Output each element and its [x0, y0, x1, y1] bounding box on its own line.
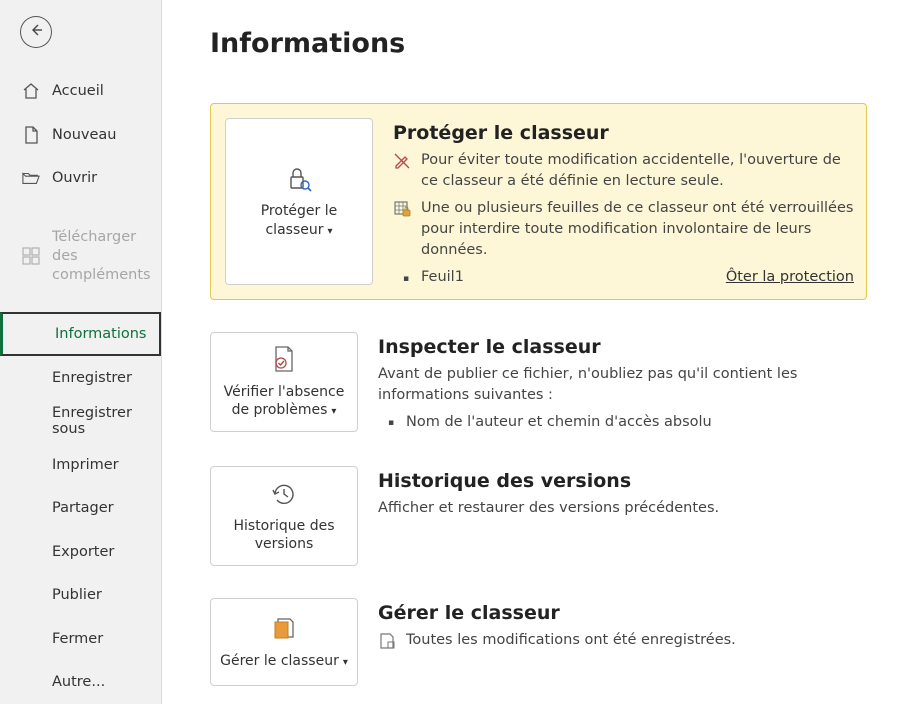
chevron-down-icon: ▾ — [331, 406, 336, 417]
sidebar-item-label: Informations — [55, 326, 147, 342]
sidebar-item-label: Exporter — [52, 544, 114, 560]
sidebar-item-informations[interactable]: Informations — [0, 312, 161, 356]
button-label: Gérer le classeur▾ — [220, 652, 348, 670]
history-text: Afficher et restaurer des versions précé… — [378, 498, 867, 519]
home-icon — [22, 82, 40, 100]
sidebar-item-label: Fermer — [52, 631, 103, 647]
sidebar-item-home[interactable]: Accueil — [0, 70, 161, 114]
folder-open-icon — [22, 169, 40, 187]
protect-workbook-button[interactable]: Protéger le classeur▾ — [225, 118, 373, 285]
protect-title: Protéger le classeur — [393, 122, 854, 144]
version-history-button[interactable]: Historique des versions — [210, 466, 358, 566]
button-label: Historique des versions — [219, 517, 349, 553]
protect-locked-sheets-row: Une ou plusieurs feuilles de ce classeur… — [393, 198, 854, 261]
main-content: Informations Protéger le classeur▾ Proté… — [162, 0, 907, 704]
protect-row-text: Une ou plusieurs feuilles de ce classeur… — [421, 198, 854, 261]
manage-workbook-button[interactable]: Gérer le classeur▾ — [210, 598, 358, 686]
sidebar-item-label: Enregistrer — [52, 370, 132, 386]
sidebar-item-label: Télécharger des compléments — [52, 228, 153, 285]
button-label: Protéger le classeur▾ — [234, 202, 364, 238]
inspect-text: Avant de publier ce fichier, n'oubliez p… — [378, 364, 867, 406]
arrow-left-icon — [28, 22, 44, 42]
sheet-lock-icon — [393, 200, 411, 218]
manage-section: Gérer le classeur▾ Gérer le classeur Tou… — [210, 598, 867, 686]
sidebar-item-close[interactable]: Fermer — [0, 617, 161, 661]
sidebar-item-label: Publier — [52, 587, 102, 603]
sidebar-item-open[interactable]: Ouvrir — [0, 157, 161, 201]
document-check-icon — [270, 345, 298, 375]
workbook-stack-icon — [270, 614, 298, 644]
chevron-down-icon: ▾ — [343, 657, 348, 668]
backstage-sidebar: Accueil Nouveau Ouvrir Télécharger des c… — [0, 0, 162, 704]
inspect-title: Inspecter le classeur — [378, 336, 867, 358]
back-button[interactable] — [20, 16, 52, 48]
sidebar-item-save-as[interactable]: Enregistrer sous — [0, 399, 161, 443]
manage-title: Gérer le classeur — [378, 602, 867, 624]
history-clock-icon — [269, 479, 299, 509]
manage-text: Toutes les modifications ont été enregis… — [406, 630, 736, 651]
lock-search-icon — [284, 164, 314, 194]
protect-panel: Protéger le classeur▾ Protéger le classe… — [210, 103, 867, 300]
check-issues-button[interactable]: Vérifier l'absence de problèmes▾ — [210, 332, 358, 432]
sidebar-item-new[interactable]: Nouveau — [0, 113, 161, 157]
unprotect-link[interactable]: Ôter la protection — [726, 269, 854, 285]
sidebar-item-publish[interactable]: Publier — [0, 573, 161, 617]
document-save-icon — [378, 632, 396, 650]
chevron-down-icon: ▾ — [327, 226, 332, 237]
locked-sheet-name: Feuil1 — [421, 269, 464, 285]
history-section: Historique des versions Historique des v… — [210, 466, 867, 566]
pen-slash-icon — [393, 152, 411, 170]
sidebar-item-label: Accueil — [52, 83, 104, 99]
page-title: Informations — [210, 28, 867, 59]
sidebar-item-label: Ouvrir — [52, 170, 97, 186]
sidebar-item-label: Partager — [52, 500, 114, 516]
sidebar-item-label: Enregistrer sous — [52, 405, 153, 437]
sidebar-item-label: Autre... — [52, 674, 105, 690]
sidebar-item-print[interactable]: Imprimer — [0, 443, 161, 487]
addins-icon — [22, 247, 40, 265]
sidebar-item-share[interactable]: Partager — [0, 486, 161, 530]
inspect-bullet: Nom de l'auteur et chemin d'accès absolu — [378, 412, 867, 434]
button-label: Vérifier l'absence de problèmes▾ — [219, 383, 349, 419]
sidebar-item-label: Imprimer — [52, 457, 119, 473]
inspect-section: Vérifier l'absence de problèmes▾ Inspect… — [210, 332, 867, 434]
sidebar-item-more[interactable]: Autre... — [0, 661, 161, 704]
sidebar-item-save[interactable]: Enregistrer — [0, 356, 161, 400]
protect-row-text: Pour éviter toute modification accidente… — [421, 150, 854, 192]
history-title: Historique des versions — [378, 470, 867, 492]
sidebar-item-export[interactable]: Exporter — [0, 530, 161, 574]
new-doc-icon — [22, 126, 40, 144]
sidebar-item-label: Nouveau — [52, 127, 117, 143]
protect-readonly-row: Pour éviter toute modification accidente… — [393, 150, 854, 192]
sidebar-item-addins[interactable]: Télécharger des compléments — [0, 218, 161, 295]
